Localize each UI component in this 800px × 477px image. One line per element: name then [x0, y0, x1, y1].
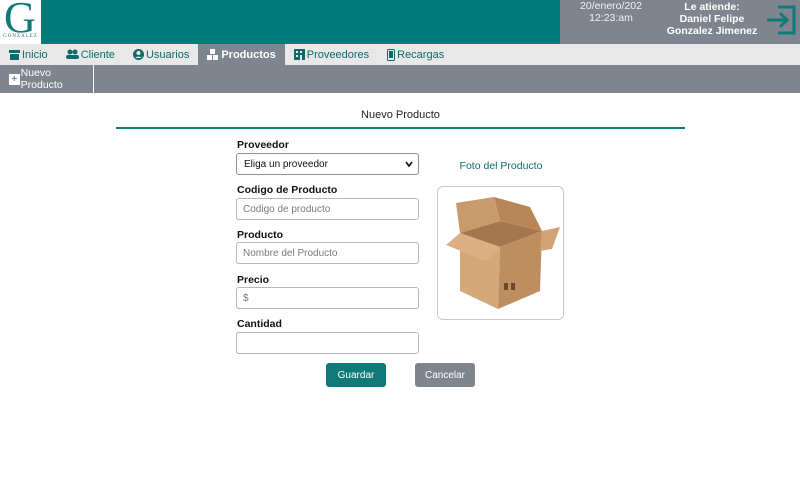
store-icon	[9, 50, 20, 60]
tab-label: Proveedores	[306, 48, 370, 61]
user-circle-icon	[132, 49, 144, 60]
tab-label: Inicio	[22, 48, 48, 61]
cancel-button[interactable]: Cancelar	[415, 363, 475, 387]
producto-input[interactable]	[236, 242, 419, 264]
tab-recargas[interactable]: Recargas	[378, 44, 453, 65]
producto-label: Producto	[237, 229, 284, 241]
form-divider	[116, 127, 685, 129]
attendant-info: Le atiende: Daniel Felipe Gonzalez Jimen…	[656, 1, 768, 37]
product-photo-upload[interactable]	[437, 186, 564, 320]
main-nav: Inicio Cliente Usuarios Productos Provee…	[0, 44, 800, 65]
tab-inicio[interactable]: Inicio	[0, 44, 57, 65]
app-header: G GONZALEZ 20/enero/202 12:23:am Le atie…	[0, 0, 800, 44]
users-icon	[65, 49, 79, 59]
tab-productos[interactable]: Productos	[198, 44, 285, 65]
header-banner	[41, 0, 560, 44]
tab-label: Productos	[221, 48, 276, 61]
building-icon	[293, 49, 305, 60]
proveedor-label: Proveedor	[237, 139, 289, 151]
new-product-label: Nuevo Producto	[20, 67, 63, 91]
codigo-input[interactable]	[236, 198, 419, 220]
box-image	[446, 197, 560, 309]
boxes-icon	[207, 49, 219, 60]
attendant-name: Daniel Felipe Gonzalez Jimenez	[666, 13, 758, 37]
proveedor-selected: Eliga un proveedor	[244, 158, 328, 170]
logout-icon[interactable]	[764, 3, 798, 37]
proveedor-select[interactable]: Eliga un proveedor	[236, 153, 419, 175]
attendant-label: Le atiende:	[684, 1, 740, 13]
header-info: 20/enero/202 12:23:am Le atiende: Daniel…	[560, 0, 800, 44]
tab-label: Recargas	[397, 48, 445, 61]
photo-label: Foto del Producto	[459, 160, 543, 172]
tab-label: Usuarios	[145, 48, 190, 61]
header-time: 12:23:am	[589, 12, 633, 24]
logo: G GONZALEZ	[0, 0, 41, 44]
tab-usuarios[interactable]: Usuarios	[124, 44, 198, 65]
codigo-label: Codigo de Producto	[237, 184, 338, 196]
cantidad-label: Cantidad	[237, 318, 282, 330]
mobile-icon	[387, 48, 396, 61]
tab-proveedores[interactable]: Proveedores	[285, 44, 378, 65]
chevron-down-icon	[405, 161, 413, 168]
tab-cliente[interactable]: Cliente	[57, 44, 124, 65]
header-date: 20/enero/202	[580, 0, 642, 12]
precio-label: Precio	[237, 274, 270, 286]
tab-label: Cliente	[80, 48, 115, 61]
header-datetime: 20/enero/202 12:23:am	[572, 0, 650, 24]
plus-square-icon: +	[9, 73, 20, 85]
cantidad-input[interactable]	[236, 332, 419, 354]
logo-text: GONZALEZ	[3, 34, 38, 39]
new-product-button[interactable]: + Nuevo Producto	[0, 65, 94, 93]
form-title: Nuevo Producto	[361, 109, 440, 121]
action-bar: + Nuevo Producto	[0, 65, 800, 93]
precio-input[interactable]	[236, 287, 419, 309]
save-button[interactable]: Guardar	[326, 363, 386, 387]
